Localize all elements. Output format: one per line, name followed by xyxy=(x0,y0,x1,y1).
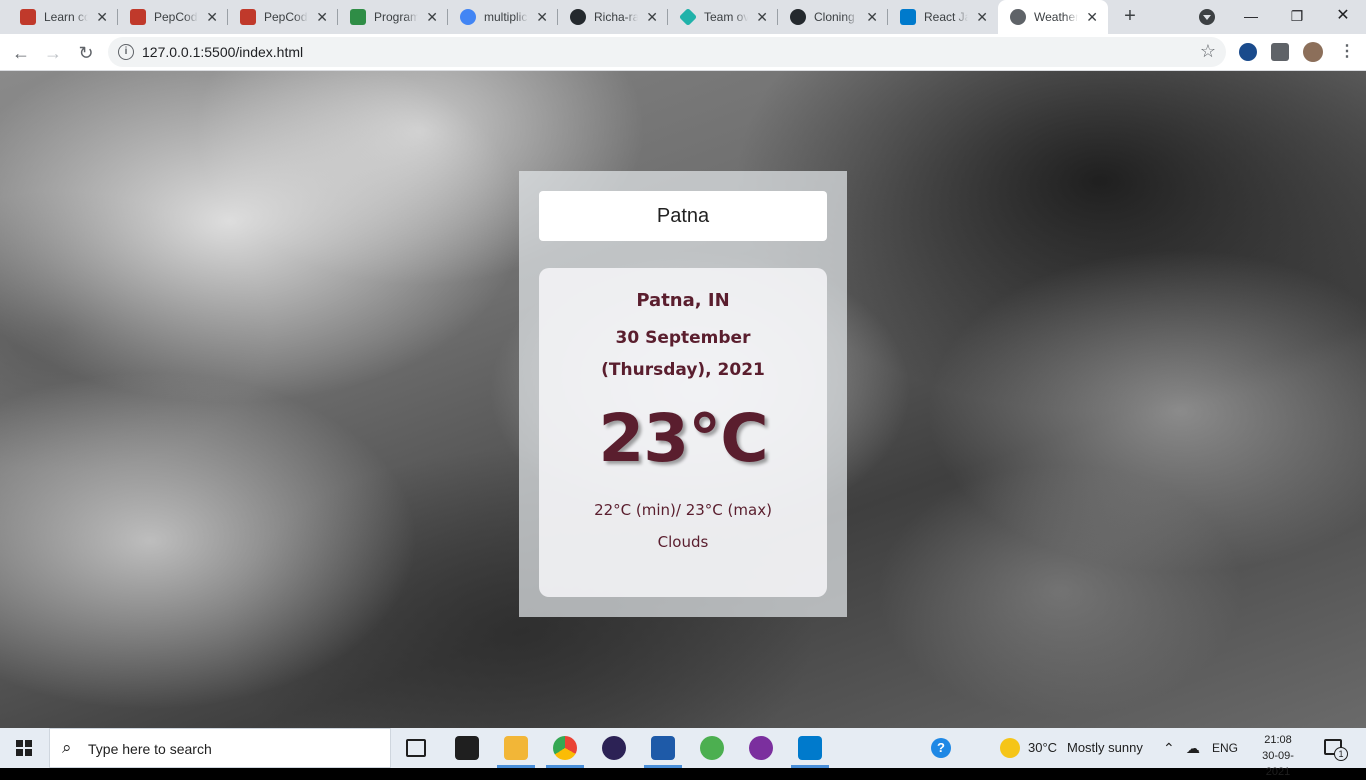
tray-weather-temp[interactable]: 30°C xyxy=(1028,740,1057,755)
tab-label: PepCodi xyxy=(264,10,308,24)
current-temperature: 23°C xyxy=(598,400,768,477)
site-info-icon[interactable]: i xyxy=(118,44,134,60)
clock-date: 30-09-2021 xyxy=(1262,750,1294,778)
back-button[interactable]: ← xyxy=(9,41,33,65)
network-cloud-icon[interactable]: ☁ xyxy=(1186,740,1200,757)
tab-label: multiplic xyxy=(484,10,528,24)
favicon-icon xyxy=(240,9,256,25)
weather-date: 30 September (Thursday), 2021 xyxy=(601,328,765,380)
github-icon xyxy=(790,9,806,25)
browser-tab[interactable]: Team ov ✕ xyxy=(668,0,778,34)
close-tab-icon[interactable]: ✕ xyxy=(646,9,658,25)
tab-label: React Ja xyxy=(924,10,968,24)
tab-label: Richa-ra xyxy=(594,10,638,24)
start-windows-icon[interactable] xyxy=(16,740,32,756)
task-view-icon[interactable] xyxy=(406,739,426,757)
github-icon xyxy=(570,9,586,25)
favicon-icon xyxy=(20,9,36,25)
vscode-icon xyxy=(900,9,916,25)
close-tab-icon[interactable]: ✕ xyxy=(426,9,438,25)
tab-label: Weather xyxy=(1034,10,1078,24)
google-icon xyxy=(460,9,476,25)
close-window-button[interactable]: ✕ xyxy=(1320,0,1366,34)
weather-condition: Clouds xyxy=(657,533,709,551)
vscode-taskbar-icon[interactable] xyxy=(798,736,822,760)
tab-label: Cloning xyxy=(814,10,855,24)
favicon-icon xyxy=(130,9,146,25)
browser-tab[interactable]: Richa-ra ✕ xyxy=(558,0,668,34)
search-icon: ⌕ xyxy=(62,738,72,757)
profile-avatar[interactable] xyxy=(1303,42,1323,62)
weather-info-card: Patna, IN 30 September (Thursday), 2021 … xyxy=(539,268,827,597)
show-hidden-icons-chevron-icon[interactable]: ⌃ xyxy=(1163,740,1175,757)
browser-tab[interactable]: Learn co ✕ xyxy=(8,0,118,34)
bookmark-star-icon[interactable]: ☆ xyxy=(1200,41,1216,62)
tab-label: Program xyxy=(374,10,418,24)
file-explorer-icon[interactable] xyxy=(504,736,528,760)
extensions-puzzle-icon[interactable] xyxy=(1271,43,1289,61)
new-tab-button[interactable]: + xyxy=(1119,5,1141,27)
address-url[interactable]: 127.0.0.1:5500/index.html xyxy=(142,44,303,60)
weather-app-page: Patna, IN 30 September (Thursday), 2021 … xyxy=(0,71,1366,728)
city-name: Patna, IN xyxy=(636,290,730,311)
restore-button[interactable]: ❐ xyxy=(1274,0,1320,34)
browser-tab[interactable]: Program ✕ xyxy=(338,0,448,34)
terminal-icon[interactable] xyxy=(455,736,479,760)
taskbar-clock[interactable]: 21:08 30-09-2021 xyxy=(1252,732,1304,780)
tray-weather-desc[interactable]: Mostly sunny xyxy=(1067,740,1143,755)
close-tab-icon[interactable]: ✕ xyxy=(96,9,108,25)
extension-check-icon[interactable] xyxy=(1239,43,1257,61)
browser-tab[interactable]: PepCodi ✕ xyxy=(118,0,228,34)
close-tab-icon[interactable]: ✕ xyxy=(1086,9,1098,25)
taskbar-search-placeholder: Type here to search xyxy=(88,741,212,757)
browser-tab-strip: Learn co ✕ PepCodi ✕ PepCodi ✕ Program ✕… xyxy=(0,0,1366,34)
favicon-icon xyxy=(350,9,366,25)
browser-tab[interactable]: PepCodi ✕ xyxy=(228,0,338,34)
menu-kebab-icon[interactable]: ⋮ xyxy=(1339,41,1355,61)
min-max-temperature: 22°C (min)/ 23°C (max) xyxy=(594,501,772,519)
close-tab-icon[interactable]: ✕ xyxy=(976,9,988,25)
browser-tab[interactable]: React Ja ✕ xyxy=(888,0,998,34)
browser-tab[interactable]: multiplic ✕ xyxy=(448,0,558,34)
help-icon[interactable]: ? xyxy=(931,738,951,758)
close-tab-icon[interactable]: ✕ xyxy=(316,9,328,25)
browser-tab-active[interactable]: Weather ✕ xyxy=(998,0,1108,34)
close-tab-icon[interactable]: ✕ xyxy=(206,9,218,25)
eclipse-icon[interactable] xyxy=(602,736,626,760)
github-desktop-icon[interactable] xyxy=(749,736,773,760)
tab-label: PepCodi xyxy=(154,10,198,24)
browser-tab[interactable]: Cloning ✕ xyxy=(778,0,888,34)
git-bash-icon[interactable] xyxy=(700,736,724,760)
tab-label: Learn co xyxy=(44,10,88,24)
close-tab-icon[interactable]: ✕ xyxy=(866,9,878,25)
language-indicator[interactable]: ENG xyxy=(1212,741,1238,755)
sun-weather-icon[interactable] xyxy=(1000,738,1020,758)
reload-button[interactable]: ↻ xyxy=(74,41,98,65)
chrome-icon[interactable] xyxy=(553,736,577,760)
close-tab-icon[interactable]: ✕ xyxy=(536,9,548,25)
taskbar-search-box[interactable]: ⌕ Type here to search xyxy=(49,728,391,768)
browser-toolbar: ← → ↻ i 127.0.0.1:5500/index.html ☆ xyxy=(0,34,1366,71)
mysql-workbench-icon[interactable] xyxy=(651,736,675,760)
weather-widget: Patna, IN 30 September (Thursday), 2021 … xyxy=(519,171,847,617)
city-search-input[interactable] xyxy=(539,191,827,241)
tab-search-icon[interactable] xyxy=(1199,9,1215,25)
close-tab-icon[interactable]: ✕ xyxy=(756,9,768,25)
minimize-button[interactable]: — xyxy=(1228,0,1274,34)
windows-taskbar: ⌕ Type here to search ? 30°C Mostly sunn… xyxy=(0,728,1366,778)
tab-label: Team ov xyxy=(704,10,748,24)
clock-time: 21:08 xyxy=(1264,734,1292,746)
diamond-icon xyxy=(678,7,698,27)
notification-count-badge: 1 xyxy=(1334,747,1348,761)
forward-button[interactable]: → xyxy=(41,41,65,65)
globe-icon xyxy=(1010,9,1026,25)
address-bar[interactable]: i 127.0.0.1:5500/index.html ☆ xyxy=(108,37,1226,67)
